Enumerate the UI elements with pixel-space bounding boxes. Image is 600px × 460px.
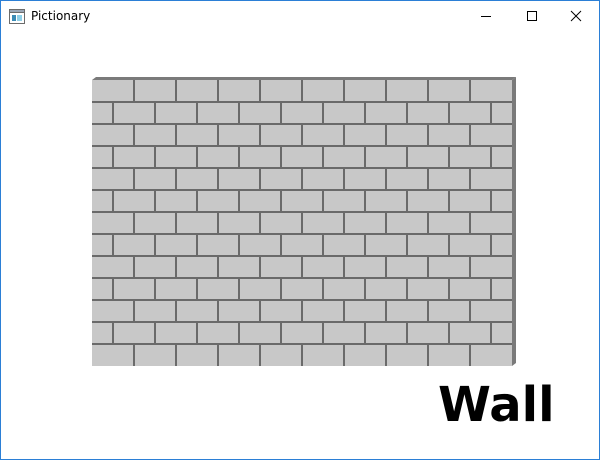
answer-word: Wall xyxy=(438,377,555,433)
close-button[interactable] xyxy=(553,1,599,31)
wall-side-edge xyxy=(512,77,516,366)
close-icon xyxy=(570,10,582,22)
minimize-icon xyxy=(481,16,491,17)
drawing-canvas: Wall xyxy=(1,31,599,459)
app-window-icon xyxy=(9,9,25,24)
app-window: Pictionary Wall xyxy=(0,0,600,460)
window-title: Pictionary xyxy=(31,9,91,23)
title-bar[interactable]: Pictionary xyxy=(1,1,599,31)
maximize-icon xyxy=(527,11,537,21)
wall-top-edge xyxy=(92,77,516,80)
minimize-button[interactable] xyxy=(463,1,509,31)
maximize-button[interactable] xyxy=(509,1,555,31)
brick-wall-picture xyxy=(92,77,516,366)
